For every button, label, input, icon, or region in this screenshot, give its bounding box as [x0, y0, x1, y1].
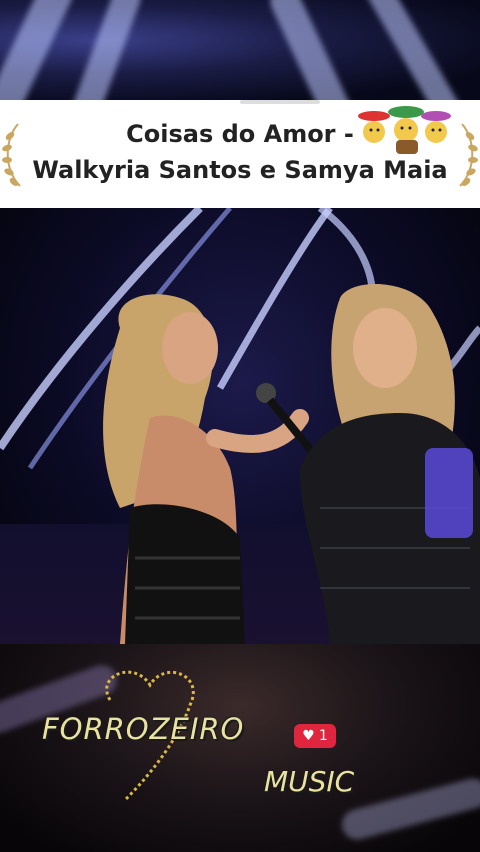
- drag-handle: [240, 100, 320, 104]
- top-blurred-background: [0, 0, 480, 100]
- singer-right: [300, 284, 480, 644]
- stage-light-beam: [0, 0, 79, 100]
- stage-light-beam: [63, 0, 145, 100]
- like-badge: ♥ 1: [294, 724, 336, 748]
- like-count: 1: [318, 728, 328, 744]
- stage-light-beam: [361, 0, 465, 100]
- title-card: Coisas do Amor - Walkyria Santos e Samya…: [0, 100, 480, 208]
- phone-in-hand: [425, 448, 473, 538]
- watermark-brand: FORROZEIRO: [42, 712, 245, 746]
- watermark-sub: MUSIC: [264, 765, 355, 798]
- bottom-blurred-background: [0, 644, 480, 852]
- stage-light-beam: [265, 0, 365, 100]
- song-title: Coisas do Amor - Walkyria Santos e Samya…: [0, 116, 480, 188]
- heart-icon: ♥: [302, 728, 315, 744]
- video-frame[interactable]: [0, 208, 480, 644]
- stage-light-beam: [338, 775, 480, 843]
- song-title-line1: Coisas do Amor -: [126, 120, 354, 148]
- song-title-line2: Walkyria Santos e Samya Maia: [32, 156, 448, 184]
